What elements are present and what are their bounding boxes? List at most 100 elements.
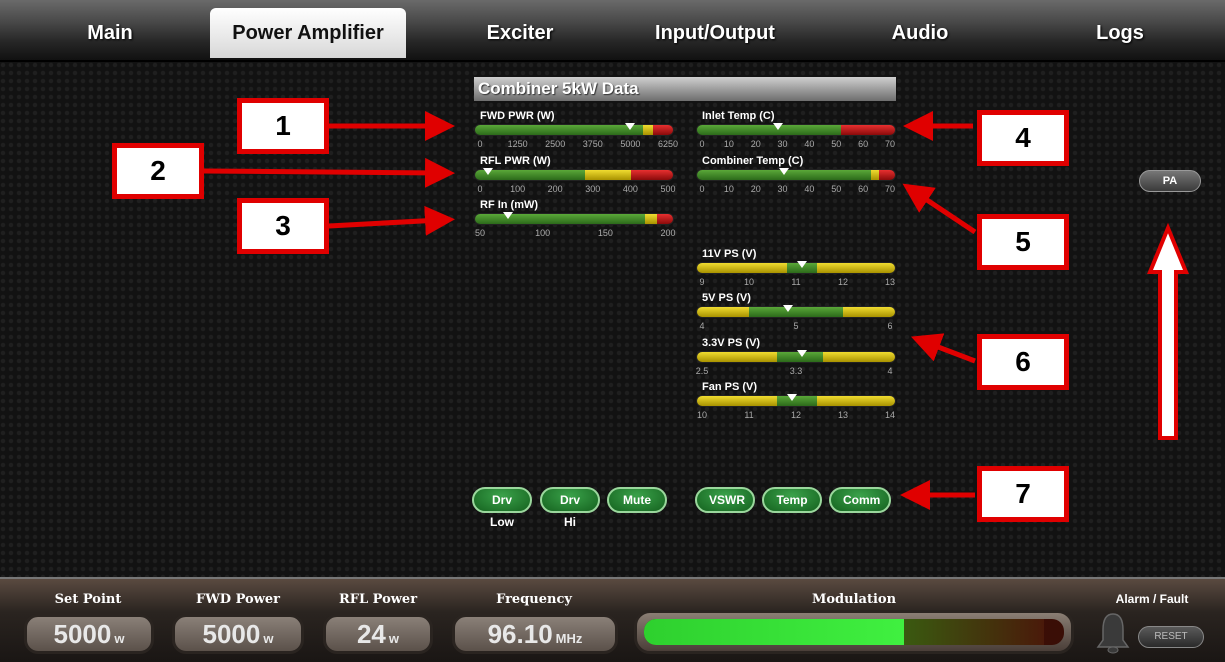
meter-tick-label: 11 — [744, 410, 754, 420]
meter-marker — [779, 168, 789, 175]
meter-tick-label: 60 — [858, 139, 869, 149]
combiner-temp-meter: Combiner Temp (C) 0 10 20 30 40 50 60 70 — [696, 155, 901, 201]
meter-tick-label: 500 — [660, 184, 676, 194]
meter-tick-label: 2.5 — [695, 366, 709, 376]
fwd-power-value: 5000 — [202, 619, 261, 649]
meter-tick-label: 9 — [699, 277, 705, 287]
tab-logs[interactable]: Logs — [1050, 8, 1190, 58]
modulation-fade — [904, 619, 1045, 645]
frequency-unit: MHz — [555, 631, 583, 646]
frequency-value: 96.10 — [487, 619, 553, 649]
meter-band-yellow — [697, 396, 777, 406]
meter-tick-label: 6 — [887, 321, 893, 331]
meter-tick-label: 5 — [793, 321, 799, 331]
vswr-indicator[interactable]: VSWR — [695, 487, 755, 513]
meter-ticks: 50 100 150 200 — [474, 228, 676, 240]
callout-2: 2 — [112, 143, 204, 199]
meter-ticks: 0 1250 2500 3750 5000 6250 — [474, 139, 678, 151]
meter-band-green — [749, 307, 843, 317]
tab-main[interactable]: Main — [40, 8, 180, 58]
meter-tick-label: 20 — [750, 184, 761, 194]
meter-ticks: 0 10 20 30 40 50 60 70 — [696, 184, 896, 196]
meter-tick-label: 4 — [699, 321, 705, 331]
meter-tick-label: 1250 — [507, 139, 528, 149]
meter-bar — [696, 169, 896, 181]
meter-label: 11V PS (V) — [702, 248, 757, 260]
meter-band-red — [879, 170, 895, 180]
meter-ticks: 2.5 3.3 4 — [696, 366, 896, 378]
callout-7: 7 — [977, 466, 1069, 522]
meter-tick-label: 100 — [510, 184, 526, 194]
tab-input-output[interactable]: Input/Output — [630, 8, 800, 58]
rfl-power-unit: w — [388, 631, 400, 646]
set-point-value: 5000 — [53, 619, 112, 649]
meter-tick-label: 70 — [884, 184, 896, 194]
frequency-display: 96.10 MHz — [452, 614, 618, 654]
callout-1: 1 — [237, 98, 329, 154]
tab-exciter[interactable]: Exciter — [450, 8, 590, 58]
meter-marker — [483, 168, 493, 175]
meter-band-green — [475, 125, 643, 135]
drv-low-indicator[interactable]: Drv Low — [472, 487, 532, 529]
meter-band-yellow — [817, 396, 895, 406]
meter-tick-label: 2500 — [545, 139, 566, 149]
meter-label: FWD PWR (W) — [480, 110, 555, 122]
meter-bar — [696, 262, 896, 274]
ps-5v-meter: 5V PS (V) 4 5 6 — [696, 292, 901, 338]
meter-label: 5V PS (V) — [702, 292, 751, 304]
meter-marker — [503, 212, 513, 219]
tab-power-amplifier[interactable]: Power Amplifier — [210, 8, 406, 58]
panel-title: Combiner 5kW Data — [474, 77, 896, 101]
ps-11v-meter: 11V PS (V) 9 10 11 12 13 — [696, 248, 901, 294]
meter-band-yellow — [585, 170, 631, 180]
meter-marker — [783, 305, 793, 312]
meter-band-yellow — [823, 352, 895, 362]
meter-band-yellow — [643, 125, 653, 135]
meter-label: RFL PWR (W) — [480, 155, 551, 167]
modulation-label: Modulation — [811, 592, 897, 607]
rfl-power-value: 24 — [356, 619, 386, 649]
meter-marker — [773, 123, 783, 130]
meter-tick-label: 50 — [831, 139, 842, 149]
meter-tick-label: 10 — [723, 139, 734, 149]
meter-tick-label: 14 — [884, 410, 896, 420]
meter-ticks: 0 100 200 300 400 500 — [474, 184, 676, 196]
meter-tick-label: 100 — [535, 228, 551, 238]
tab-audio[interactable]: Audio — [850, 8, 990, 58]
meter-label: 3.3V PS (V) — [702, 337, 761, 349]
set-point-display: 5000 w — [24, 614, 154, 654]
alarm-fault-label: Alarm / Fault — [1115, 592, 1189, 606]
meter-tick-label: 0 — [477, 184, 483, 194]
meter-band-yellow — [645, 214, 657, 224]
reset-button[interactable]: RESET — [1138, 626, 1204, 648]
meter-band-green — [697, 125, 841, 135]
meter-ticks: 10 11 12 13 14 — [696, 410, 896, 422]
fan-ps-meter: Fan PS (V) 10 11 12 13 14 — [696, 381, 901, 427]
meter-tick-label: 40 — [804, 139, 815, 149]
pa-button[interactable]: PA — [1139, 170, 1201, 192]
temp-indicator[interactable]: Temp — [762, 487, 822, 513]
meter-tick-label: 150 — [597, 228, 613, 238]
callout-6: 6 — [977, 334, 1069, 390]
meter-tick-label: 3.3 — [789, 366, 803, 376]
meter-band-yellow — [697, 263, 787, 273]
meter-band-green — [475, 214, 645, 224]
meter-tick-label: 70 — [884, 139, 896, 149]
mute-indicator[interactable]: Mute — [607, 487, 667, 513]
meter-band-yellow — [843, 307, 895, 317]
meter-tick-label: 0 — [477, 139, 483, 149]
meter-marker — [625, 123, 635, 130]
meter-bar — [696, 124, 896, 136]
meter-band-yellow — [871, 170, 879, 180]
meter-marker — [797, 350, 807, 357]
meter-bar — [474, 124, 674, 136]
meter-tick-label: 200 — [660, 228, 676, 238]
meter-tick-label: 30 — [777, 139, 788, 149]
meter-band-yellow — [817, 263, 895, 273]
meter-tick-label: 0 — [699, 139, 705, 149]
meter-band-red — [653, 125, 673, 135]
meter-tick-label: 0 — [699, 184, 705, 194]
comm-indicator[interactable]: Comm — [829, 487, 891, 513]
meter-marker — [787, 394, 797, 401]
drv-hi-indicator[interactable]: Drv Hi — [540, 487, 600, 529]
